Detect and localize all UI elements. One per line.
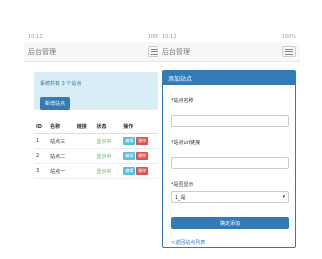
edit-button[interactable]: 编辑 [123,167,136,175]
battery-text: 100% [281,34,296,40]
menu-toggle-button[interactable] [282,46,296,57]
status-bar: 10:12 100% [24,32,166,42]
cell-link [74,133,95,149]
add-site-form: *站点名称 *站点url链接 *是否显示 1_是 ▾ 确定添加 <返回站点列表 [163,85,295,256]
navbar: 后台管理 [24,42,166,62]
hamburger-icon [285,51,293,52]
panel-title: 添加站点 [163,71,295,85]
navbar: 后台管理 [158,42,300,62]
delete-button[interactable]: 删除 [136,137,149,145]
status-time: 10:12 [162,34,177,40]
cell-actions: 编辑 删除 [121,133,162,149]
edit-button[interactable]: 编辑 [123,152,136,160]
cell-id: 1 [34,133,49,149]
site-url-label: *站点url链接 [171,140,201,146]
hamburger-icon [285,53,293,55]
chevron-down-icon: ▾ [282,194,285,200]
cell-id: 3 [34,163,49,179]
status-time: 10:12 [28,34,43,40]
col-name: 名称 [48,120,75,134]
brand-title[interactable]: 后台管理 [28,47,56,57]
table-row: 1 站点三 显示中 编辑 删除 [34,133,162,149]
edit-button[interactable]: 编辑 [123,137,136,145]
delete-button[interactable]: 删除 [136,152,149,160]
list-screen: 10:12 100% 后台管理 系统共有 3 个站点 新增站点 ID 名称 链接… [24,32,166,242]
cell-id: 2 [34,148,49,164]
display-label: *是否显示 [171,182,194,188]
table-header-row: ID 名称 链接 状态 操作 [34,120,162,134]
status-bar: 10:12 100% [158,32,300,42]
display-select-value: 1_是 [175,194,186,201]
display-select[interactable]: 1_是 ▾ [171,191,289,203]
cell-name: 站点一 [48,163,75,179]
hamburger-icon [285,48,293,50]
back-to-list-link[interactable]: <返回站点列表 [171,239,287,246]
cell-status: 显示中 [94,148,122,164]
cell-actions: 编辑 删除 [121,148,162,164]
table-row: 3 站点一 显示中 编辑 删除 [34,163,162,179]
site-count-text: 系统共有 3 个站点 [40,81,82,87]
site-name-input[interactable] [171,115,289,127]
table-row: 2 站点二 显示中 编辑 删除 [34,148,162,164]
cell-name: 站点三 [48,133,75,149]
cell-status: 显示中 [94,163,122,179]
cell-actions: 编辑 删除 [121,163,162,179]
cell-status: 显示中 [94,133,122,149]
cell-link [74,148,95,164]
cell-link [74,163,95,179]
site-url-input[interactable] [171,157,289,169]
cell-name: 站点二 [48,148,75,164]
col-id: ID [34,120,49,134]
brand-title[interactable]: 后台管理 [162,47,190,57]
delete-button[interactable]: 删除 [136,167,149,175]
add-site-panel: 添加站点 *站点名称 *站点url链接 *是否显示 1_是 ▾ 确定添加 <返回… [162,70,296,248]
col-actions: 操作 [121,120,162,134]
submit-button[interactable]: 确定添加 [171,217,289,229]
info-alert: 系统共有 3 个站点 新增站点 [34,72,162,110]
add-site-screen: 10:12 100% 后台管理 添加站点 *站点名称 *站点url链接 *是否显… [158,32,300,248]
add-site-button[interactable]: 新增站点 [40,97,71,110]
col-link: 链接 [74,120,95,134]
sites-table: ID 名称 链接 状态 操作 1 站点三 显示中 编辑 删除 2 站点二 显示中… [34,120,162,179]
site-name-label: *站点名称 [171,98,194,104]
col-status: 状态 [94,120,122,134]
